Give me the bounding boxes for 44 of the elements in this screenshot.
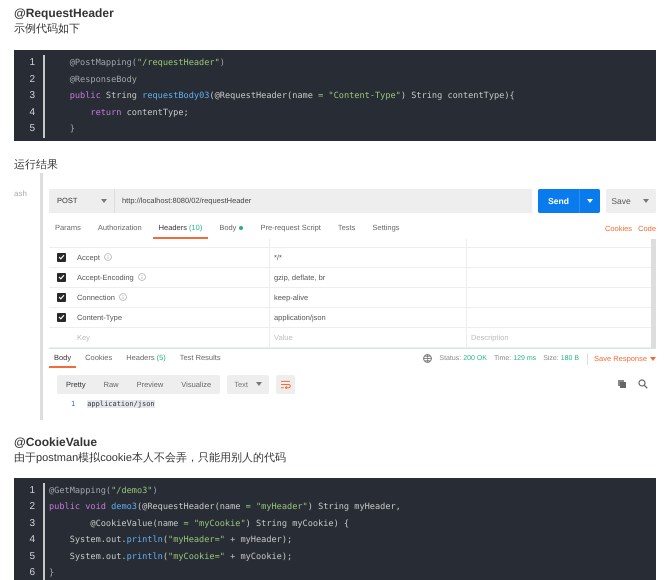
line-number: 3 bbox=[28, 89, 36, 103]
checkbox[interactable] bbox=[56, 272, 66, 282]
section-heading: @RequestHeader bbox=[14, 5, 115, 21]
section-heading: @CookieValue bbox=[14, 434, 98, 450]
code-line: } bbox=[49, 567, 56, 580]
line-number: 5 bbox=[28, 550, 36, 564]
copy-icon[interactable] bbox=[617, 379, 627, 389]
checkbox[interactable] bbox=[56, 292, 66, 302]
line-number: 6 bbox=[28, 566, 36, 580]
checkbox[interactable] bbox=[56, 312, 66, 322]
code-line: public String requestBody03(@RequestHeader(name = "Content-Type") String contentType){ bbox=[68, 90, 515, 103]
line-number: 1 bbox=[28, 484, 36, 498]
code-line: @CookieValue(name = "myCookie") String myCookie) { bbox=[89, 518, 350, 530]
line-number: 2 bbox=[28, 72, 36, 86]
caret-icon bbox=[256, 382, 262, 386]
caret-icon bbox=[643, 198, 649, 202]
line-number: 1 bbox=[28, 56, 36, 70]
globe-icon[interactable] bbox=[423, 354, 432, 363]
paragraph: 运行结果 bbox=[14, 158, 59, 172]
code-line: } bbox=[68, 123, 76, 136]
code-line: return contentType; bbox=[89, 106, 190, 120]
code-line: @GetMapping("/demo3") bbox=[49, 484, 159, 498]
paragraph: 示例代码如下 bbox=[14, 22, 81, 37]
code-line: @PostMapping("/requestHeader") bbox=[68, 57, 226, 70]
line-number: 3 bbox=[28, 516, 36, 530]
line-number: 2 bbox=[28, 500, 36, 514]
save-button[interactable]: Save bbox=[606, 188, 656, 212]
caret-icon bbox=[101, 198, 107, 202]
line-number: 4 bbox=[28, 106, 36, 120]
paragraph: 由于postman模拟cookie本人不会弄，只能用别人的代码 bbox=[14, 450, 287, 466]
wrap-button[interactable] bbox=[276, 374, 295, 394]
code-line: @ResponseBody bbox=[68, 74, 138, 86]
wrap-lines-icon bbox=[280, 380, 291, 388]
code-line: System.out.println("myCookie=" + myCookie); bbox=[68, 550, 294, 564]
caret-icon bbox=[650, 356, 656, 360]
caret-icon bbox=[587, 198, 593, 202]
checkbox[interactable] bbox=[56, 252, 66, 262]
send-button[interactable]: Send bbox=[538, 188, 600, 212]
line-number: 5 bbox=[28, 122, 36, 136]
line-number: 4 bbox=[28, 533, 36, 547]
code-line: public void demo3(@RequestHeader(name = "myHeader") String myHeader, bbox=[49, 501, 401, 514]
sidebar-text: ash bbox=[14, 188, 27, 198]
search-icon[interactable] bbox=[638, 379, 648, 389]
code-line: System.out.println("myHeader=" + myHeader); bbox=[68, 534, 294, 547]
